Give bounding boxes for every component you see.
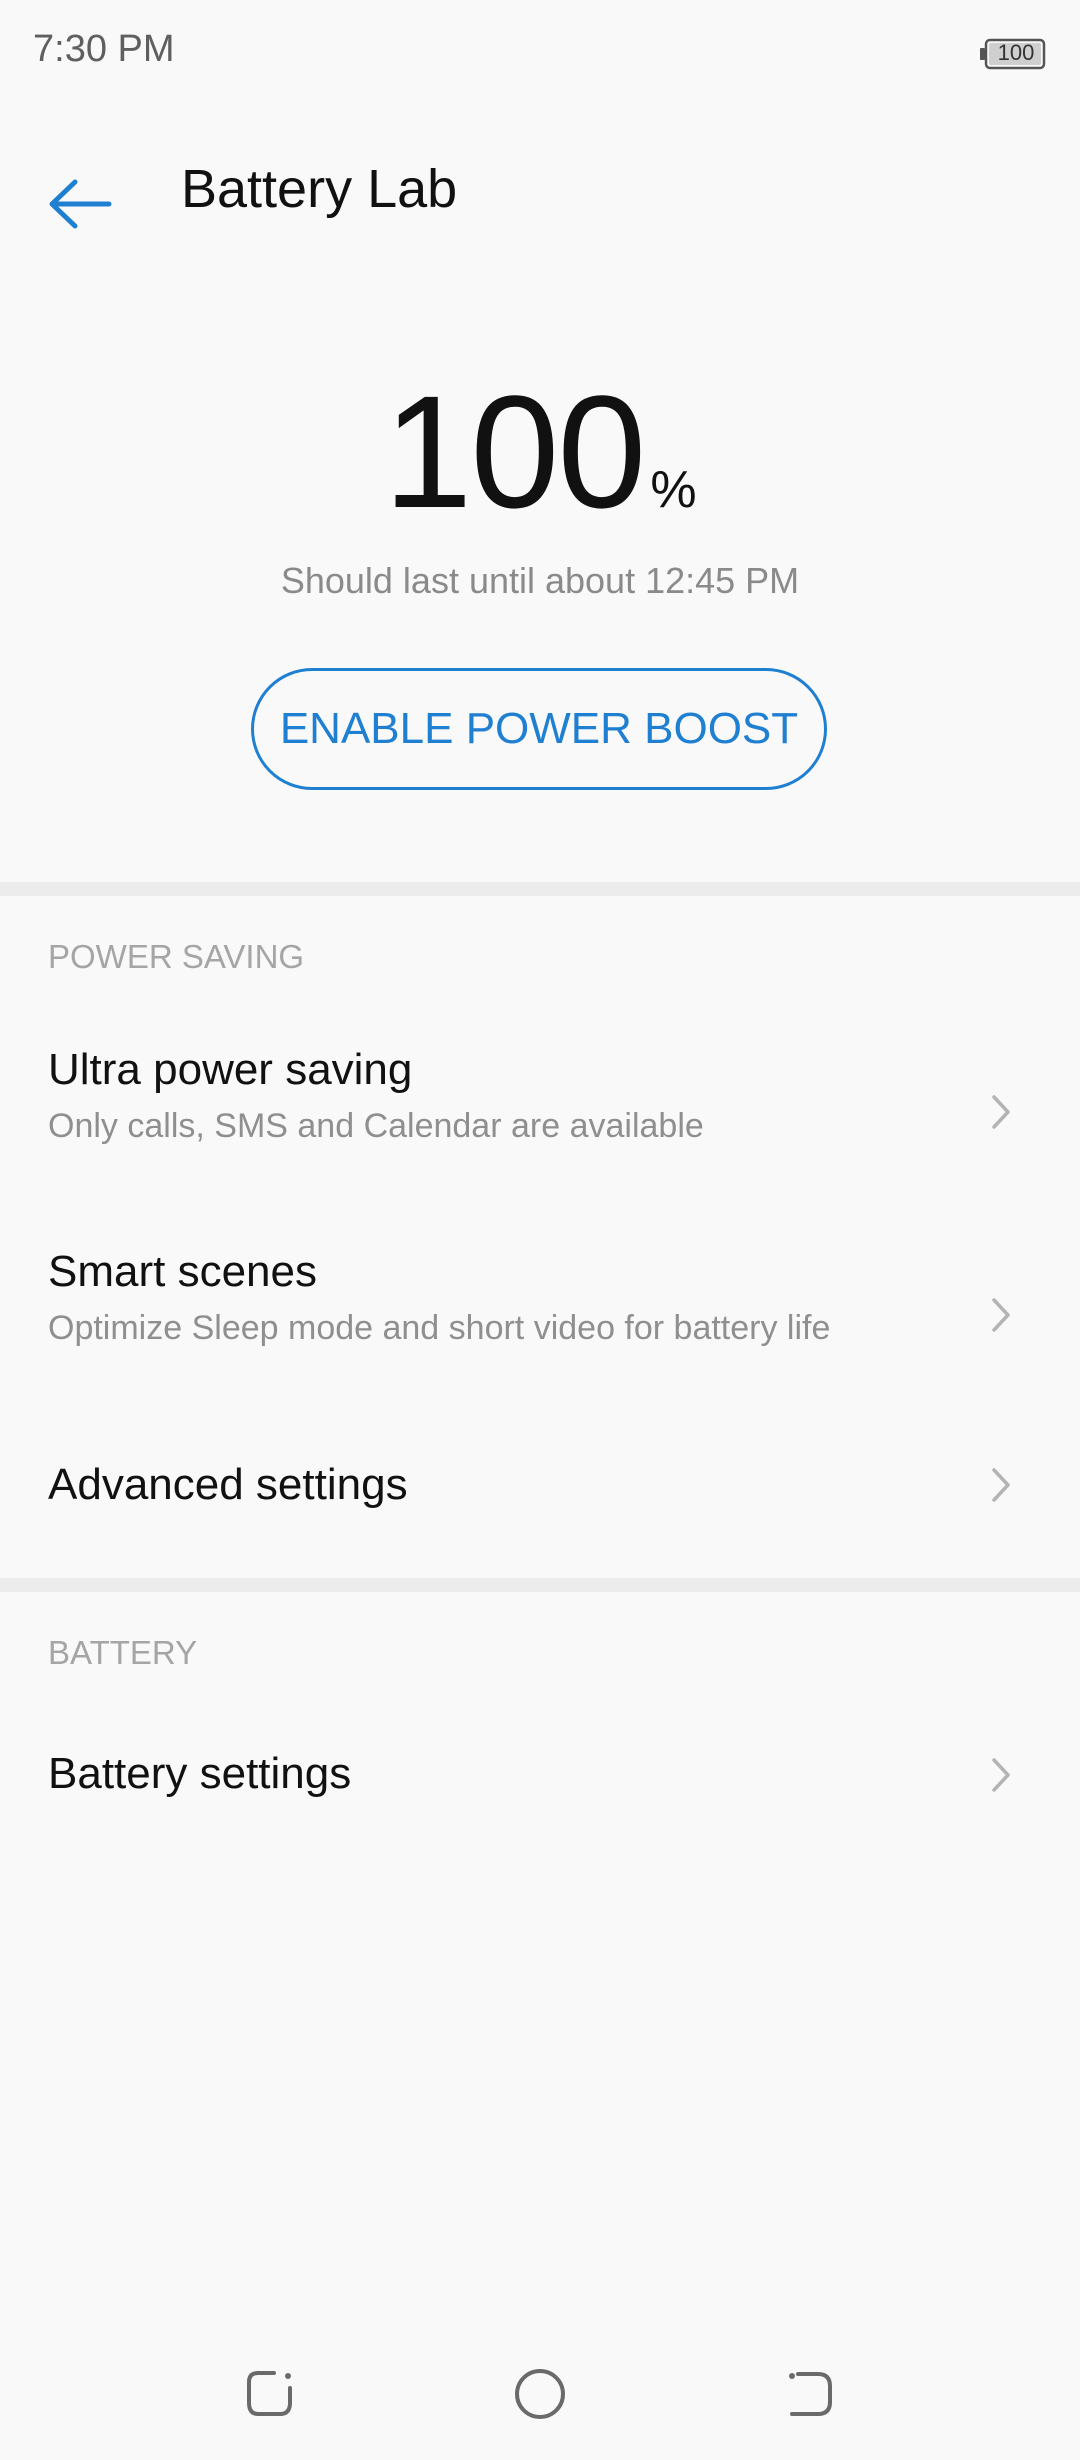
app-bar: Battery Lab [0,110,1080,270]
percent-sign: % [650,461,697,519]
section-divider [0,1578,1080,1592]
battery-level-display: 100% [0,360,1080,544]
section-header-power-saving: POWER SAVING [48,938,305,975]
arrow-left-icon [49,179,112,229]
battery-percentage: 100 [383,362,646,541]
row-title: Smart scenes [48,1247,317,1296]
back-nav-icon [789,2372,832,2416]
recent-apps-button[interactable] [230,2354,310,2434]
ultra-power-saving-item[interactable]: Ultra power saving Only calls, SMS and C… [0,1020,1080,1210]
section-divider [0,882,1080,896]
back-nav-button[interactable] [770,2354,850,2434]
row-title: Ultra power saving [48,1045,413,1094]
chevron-right-icon [992,1468,1010,1502]
row-title: Battery settings [48,1749,352,1798]
enable-power-boost-button[interactable]: ENABLE POWER BOOST [251,668,827,790]
smart-scenes-item[interactable]: Smart scenes Optimize Sleep mode and sho… [0,1220,1080,1410]
row-subtitle: Only calls, SMS and Calendar are availab… [48,1107,704,1145]
chevron-right-icon [992,1298,1010,1332]
status-bar: 7:30 PM 100 [0,0,1080,110]
home-icon [515,2369,565,2419]
recent-apps-icon [247,2371,292,2416]
navigation-bar [0,2330,1080,2460]
section-header-battery: BATTERY [48,1634,198,1671]
chevron-right-icon [992,1758,1010,1792]
page-title: Battery Lab [181,159,458,219]
chevron-right-icon [992,1095,1010,1129]
battery-settings-item[interactable]: Battery settings [0,1705,1080,1845]
row-title: Advanced settings [48,1460,408,1509]
advanced-settings-item[interactable]: Advanced settings [0,1420,1080,1560]
home-button[interactable] [500,2354,580,2434]
status-time: 7:30 PM [33,28,175,70]
row-subtitle: Optimize Sleep mode and short video for … [48,1309,831,1347]
back-button[interactable] [36,160,124,248]
battery-estimate: Should last until about 12:45 PM [280,560,800,601]
battery-level-text: 100 [997,40,1035,65]
